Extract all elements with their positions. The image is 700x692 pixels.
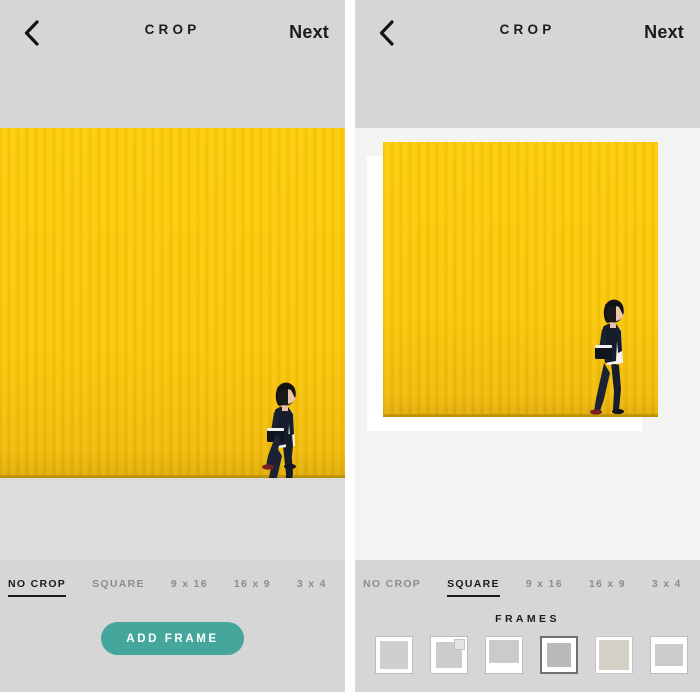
chevron-left-icon — [24, 20, 39, 46]
walking-person-feet-overflow — [255, 434, 307, 560]
bottom-controls-left: NO CROP SQUARE 9 x 16 16 x 9 3 x 4 4 x 3… — [0, 560, 345, 692]
ratio-option-9x16[interactable]: 9 x 16 — [171, 574, 208, 597]
frame-option-plain[interactable] — [375, 636, 413, 674]
app-header-left: CROP Next — [0, 0, 345, 128]
add-frame-button[interactable]: ADD FRAME — [101, 622, 244, 655]
cta-row: ADD FRAME — [0, 622, 345, 655]
frame-preview-fill — [655, 644, 683, 666]
ratio-option-16x9[interactable]: 16 x 9 — [234, 574, 271, 597]
aspect-ratio-strip-left[interactable]: NO CROP SQUARE 9 x 16 16 x 9 3 x 4 4 x 3… — [0, 560, 345, 597]
photo-stage-framed[interactable] — [355, 128, 700, 560]
ratio-option-square[interactable]: SQUARE — [92, 574, 145, 597]
app-header-right: CROP Next — [355, 0, 700, 128]
aspect-ratio-strip-right[interactable]: NO CROP SQUARE 9 x 16 16 x 9 3 x 4 4 x 3… — [355, 560, 700, 597]
back-button-right[interactable] — [371, 18, 401, 48]
next-button[interactable]: Next — [289, 18, 329, 46]
next-button-right[interactable]: Next — [644, 18, 684, 46]
frame-option-cream[interactable] — [595, 636, 633, 674]
ratio-option-3x4-right[interactable]: 3 x 4 — [652, 574, 682, 597]
frame-option-corner-tab[interactable] — [430, 636, 468, 674]
walking-person-figure-cropped — [583, 289, 635, 417]
back-button[interactable] — [16, 18, 46, 48]
ratio-option-9x16-right[interactable]: 9 x 16 — [526, 574, 563, 597]
frame-preview-fill — [489, 640, 519, 663]
photo-uncropped[interactable] — [0, 128, 345, 478]
ratio-option-16x9-right[interactable]: 16 x 9 — [589, 574, 626, 597]
frame-preview-fill — [599, 640, 629, 670]
frame-preview-fill — [436, 639, 465, 668]
bottom-controls-right: NO CROP SQUARE 9 x 16 16 x 9 3 x 4 4 x 3… — [355, 560, 700, 692]
frames-strip[interactable] — [355, 625, 700, 674]
frames-section-title: FRAMES — [495, 613, 560, 625]
ratio-option-no-crop[interactable]: NO CROP — [8, 574, 67, 597]
frame-option-thick-white[interactable] — [540, 636, 578, 674]
panel-no-crop: CROP Next NO CROP SQUARE 9 x 16 16 x 9 3… — [0, 0, 345, 692]
chevron-left-icon — [379, 20, 394, 46]
frame-option-wide-border[interactable] — [650, 636, 688, 674]
frame-option-polaroid[interactable] — [485, 636, 523, 674]
photo-stage-uncropped[interactable] — [0, 128, 345, 560]
photo-square-cropped[interactable] — [383, 142, 658, 417]
ratio-option-square-right[interactable]: SQUARE — [447, 574, 500, 597]
frame-preview-fill — [547, 643, 571, 667]
frame-preview-fill — [380, 641, 408, 669]
ratio-option-no-crop-right[interactable]: NO CROP — [363, 574, 421, 597]
panel-square-frames: CROP Next NO CROP SQUARE 9 x 16 16 x 9 3… — [355, 0, 700, 692]
crop-screen-comparison: CROP Next NO CROP SQUARE 9 x 16 16 x 9 3… — [0, 0, 700, 692]
ratio-option-3x4[interactable]: 3 x 4 — [297, 574, 327, 597]
